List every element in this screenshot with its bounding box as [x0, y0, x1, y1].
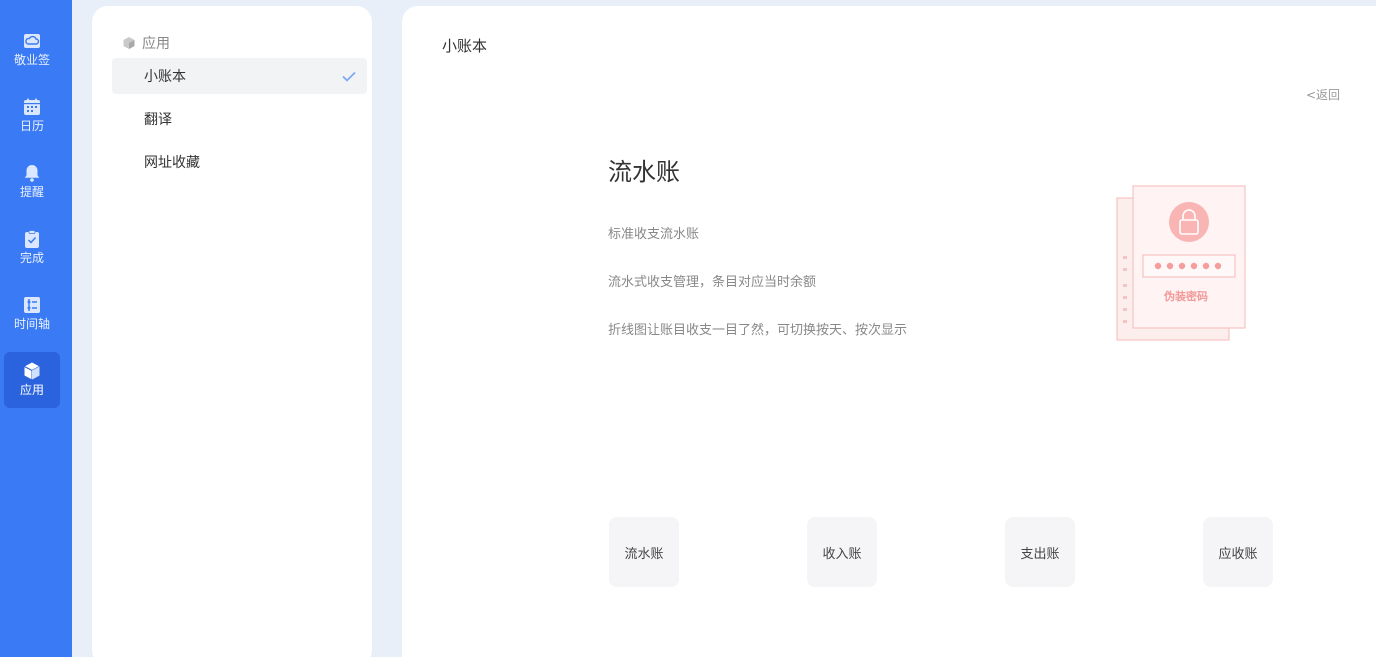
left-nav-rail: 敬业签 日历 提醒 完成 时间轴 应用 [0, 0, 72, 657]
rail-item-apps[interactable]: 应用 [4, 352, 60, 408]
check-icon [342, 71, 356, 82]
rail-item-done[interactable]: 完成 [4, 220, 60, 276]
subpanel-item-label: 网址收藏 [144, 155, 200, 171]
main-content: 小账本 <返回 流水账 标准收支流水账 流水式收支管理，条目对应当时余额 折线图… [402, 6, 1376, 657]
rail-item-label: 敬业签 [13, 53, 50, 67]
page-title: 小账本 [442, 37, 488, 55]
rail-item-reminder[interactable]: 提醒 [4, 154, 60, 210]
lock-card-icon [1116, 185, 1246, 341]
cube-icon [24, 362, 40, 380]
clipboard-check-icon [25, 230, 39, 248]
rail-item-label: 日历 [19, 119, 44, 133]
back-link[interactable]: <返回 [1306, 86, 1340, 103]
cloud-note-icon [24, 34, 40, 48]
subpanel-header-label: 应用 [142, 36, 170, 52]
cube-icon [123, 37, 135, 49]
subpanel-item-label: 翻译 [144, 112, 172, 128]
password-illustration: 伪装密码 [1114, 184, 1249, 344]
subpanel-item-label: 小账本 [144, 69, 186, 85]
timeline-icon [24, 297, 40, 313]
tile-expense-ledger[interactable]: 支出账 [1005, 517, 1075, 587]
rail-item-notes[interactable]: 敬业签 [4, 22, 60, 78]
subpanel-item-translate[interactable]: 翻译 [112, 101, 367, 137]
rail-item-label: 提醒 [19, 185, 44, 199]
tile-receivable-ledger[interactable]: 应收账 [1203, 517, 1273, 587]
subpanel-item-ledger[interactable]: 小账本 [112, 58, 367, 94]
calendar-icon [24, 98, 40, 115]
rail-item-label: 时间轴 [13, 317, 50, 331]
bell-icon [24, 165, 40, 182]
rail-item-label: 完成 [19, 251, 44, 265]
feature-description-line: 标准收支流水账 [608, 227, 700, 242]
rail-item-calendar[interactable]: 日历 [4, 88, 60, 144]
rail-item-label: 应用 [19, 383, 44, 397]
apps-subpanel: 应用 小账本 翻译 网址收藏 [92, 6, 372, 657]
rail-item-timeline[interactable]: 时间轴 [4, 286, 60, 342]
subpanel-header: 应用 [122, 33, 170, 53]
tile-journal-ledger[interactable]: 流水账 [609, 517, 679, 587]
feature-title: 流水账 [608, 158, 680, 186]
feature-description-line: 流水式收支管理，条目对应当时余额 [608, 275, 817, 290]
illustration-caption: 伪装密码 [1164, 290, 1208, 303]
subpanel-item-bookmarks[interactable]: 网址收藏 [112, 144, 367, 180]
tile-income-ledger[interactable]: 收入账 [807, 517, 877, 587]
feature-description-line: 折线图让账目收支一目了然，可切换按天、按次显示 [608, 323, 908, 338]
